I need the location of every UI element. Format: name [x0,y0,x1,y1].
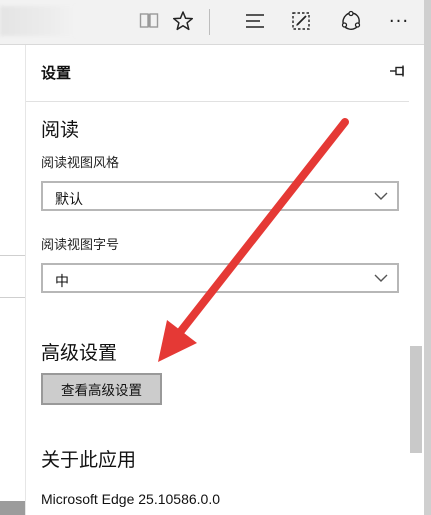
hub-icon[interactable] [240,6,270,36]
reading-font-size-value: 中 [55,274,69,290]
favorite-star-icon[interactable] [168,6,198,36]
chevron-down-icon [374,192,388,200]
reading-font-size-select[interactable]: 中 [41,263,399,293]
settings-title: 设置 [41,64,72,82]
reading-font-size-label: 阅读视图字号 [41,238,120,253]
share-icon[interactable] [336,6,366,36]
settings-panel: 设置 阅读 阅读视图风格 默认 阅读视图字号 中 高级设置 查看高级设置 关于此… [26,45,424,515]
window-edge [424,0,431,515]
chevron-down-icon [374,274,388,282]
reading-heading: 阅读 [41,119,80,141]
toolbar-separator [209,9,210,35]
view-advanced-settings-button[interactable]: 查看高级设置 [41,373,162,405]
web-note-icon[interactable] [286,6,316,36]
advanced-settings-heading: 高级设置 [41,342,118,364]
more-icon[interactable]: ··· [384,6,414,36]
address-bar[interactable] [0,6,76,36]
page-content [0,45,26,515]
page-divider [0,255,25,256]
about-heading: 关于此应用 [41,449,137,471]
pin-icon[interactable] [386,59,410,83]
scrollbar-thumb[interactable] [410,346,422,453]
settings-header: 设置 [26,45,424,102]
reading-style-label: 阅读视图风格 [41,156,120,171]
reading-style-value: 默认 [55,192,83,208]
page-footer [0,501,25,515]
reading-style-select[interactable]: 默认 [41,181,399,211]
version-text: Microsoft Edge 25.10586.0.0 [41,491,221,507]
browser-toolbar: ··· [0,0,431,45]
reading-view-icon[interactable] [134,6,164,36]
page-divider [0,297,25,298]
